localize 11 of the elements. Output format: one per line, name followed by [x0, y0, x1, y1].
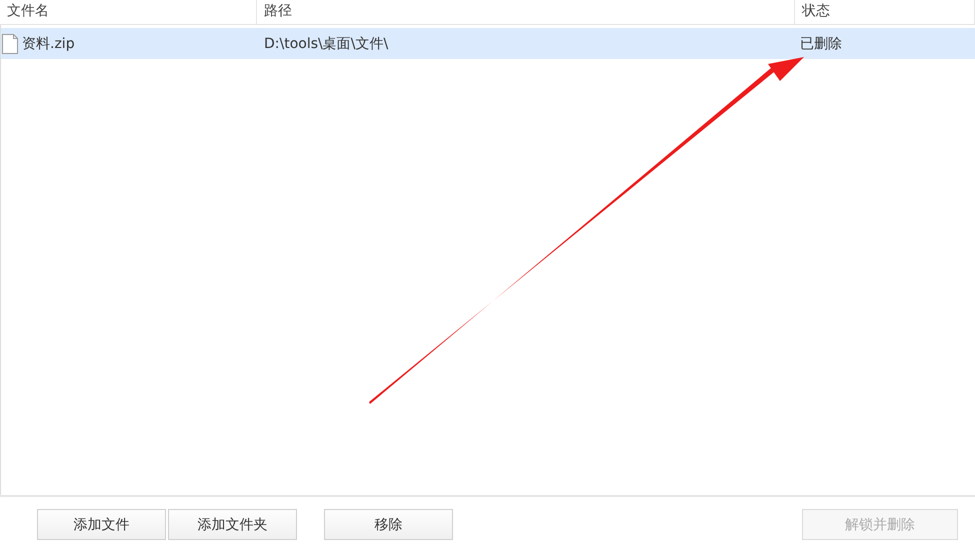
column-header[interactable]: 状态	[802, 3, 830, 19]
file-path: D:\tools\桌面\文件\	[264, 34, 388, 52]
file-row[interactable]: 资料.zip D:\tools\桌面\文件\ 已删除	[1, 28, 975, 59]
column-header[interactable]: 路径	[264, 3, 292, 19]
file-icon	[1, 34, 19, 54]
column-header[interactable]: 文件名	[7, 3, 49, 19]
file-status: 已删除	[800, 34, 842, 52]
action-button[interactable]: 添加文件夹	[168, 509, 297, 540]
action-button[interactable]: 移除	[324, 509, 453, 540]
file-name: 资料.zip	[22, 34, 75, 52]
action-button[interactable]: 添加文件	[37, 509, 166, 540]
